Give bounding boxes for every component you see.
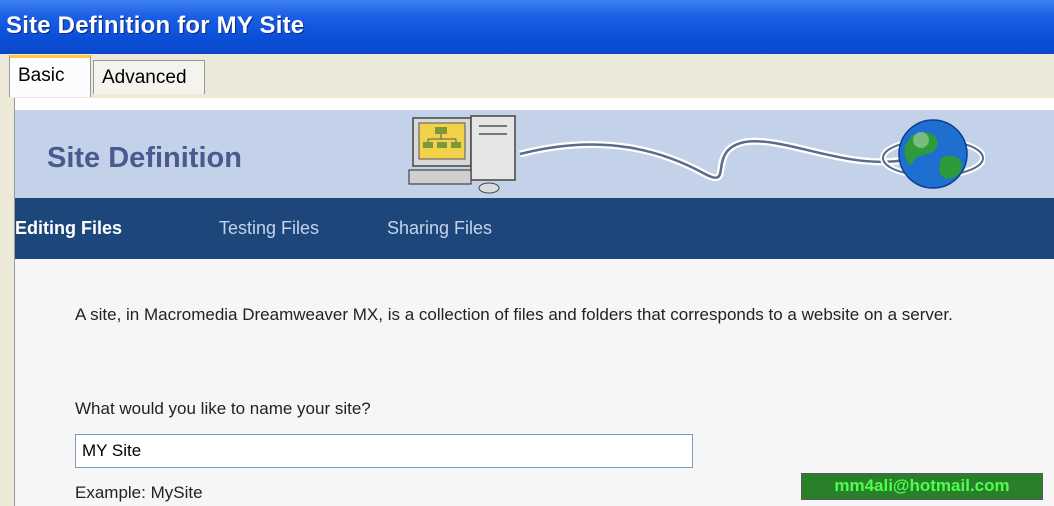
tab-basic[interactable]: Basic bbox=[9, 55, 91, 97]
banner-heading: Site Definition bbox=[47, 142, 242, 174]
wizard-nav-bar: Editing Files Testing Files Sharing File… bbox=[15, 198, 1054, 259]
basic-panel: Site Definition Editing Files Testing Fi… bbox=[14, 98, 1054, 506]
wizard-content: A site, in Macromedia Dreamweaver MX, is… bbox=[15, 259, 1054, 506]
globe-icon bbox=[880, 119, 985, 189]
tab-strip: Advanced Basic bbox=[0, 54, 1054, 98]
banner-illustration bbox=[408, 115, 985, 194]
nav-sharing-files[interactable]: Sharing Files bbox=[387, 218, 492, 239]
nav-editing-files[interactable]: Editing Files bbox=[15, 218, 122, 239]
site-definition-banner: Site Definition bbox=[15, 110, 1054, 198]
email-watermark: mm4ali@hotmail.com bbox=[801, 473, 1043, 500]
site-name-input[interactable] bbox=[75, 434, 693, 468]
tab-advanced[interactable]: Advanced bbox=[93, 60, 205, 94]
window-titlebar[interactable]: Site Definition for MY Site bbox=[0, 0, 1054, 54]
site-name-question: What would you like to name your site? bbox=[75, 399, 371, 418]
nav-testing-files[interactable]: Testing Files bbox=[219, 218, 319, 239]
window-title: Site Definition for MY Site bbox=[6, 12, 305, 39]
site-name-example: Example: MySite bbox=[75, 483, 203, 502]
computer-icon bbox=[408, 115, 516, 194]
site-description: A site, in Macromedia Dreamweaver MX, is… bbox=[75, 305, 953, 324]
